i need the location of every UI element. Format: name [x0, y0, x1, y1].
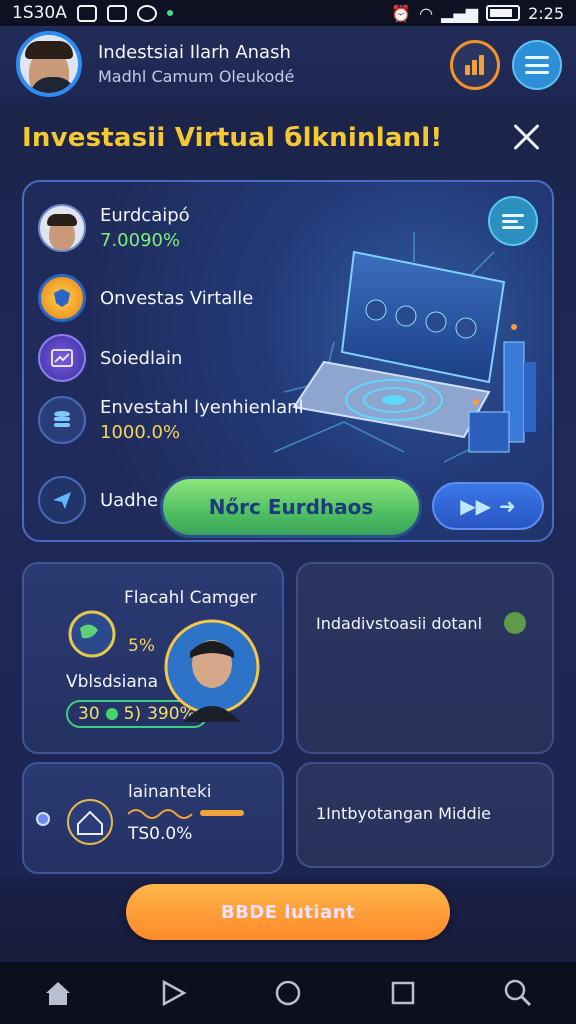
header-subtitle: Madhl Camum Oleukodé — [98, 67, 295, 86]
nav-home[interactable] — [36, 971, 80, 1015]
card-lainanteki[interactable]: lainanteki TS0.0% — [22, 762, 284, 874]
hero-item-5-label: Uadhe — [100, 489, 159, 511]
card3-title: lainanteki — [128, 782, 212, 802]
card1-percent: 5% — [128, 636, 155, 656]
house-icon — [67, 799, 113, 845]
wave-line-icon — [128, 809, 244, 819]
fast-forward-icon: ▶▶ — [460, 494, 491, 518]
menu-button[interactable] — [512, 40, 562, 90]
page-title: Investasii Virtual бlkninlanl! — [22, 123, 443, 153]
hero-item-5[interactable]: Uadhe — [38, 476, 158, 524]
emoji-icon — [504, 612, 526, 634]
card1-label: Vblsdsiana — [66, 672, 158, 692]
radio-dot-icon — [36, 812, 50, 826]
hero-item-1-value: 7.0090% — [100, 230, 181, 251]
hero-item-2-label: Onvestas Virtalle — [100, 287, 254, 309]
hero-item-4[interactable]: Envestahl lyenhienlanl 1000.0% — [38, 396, 304, 444]
card3-value: TS0.0% — [128, 824, 193, 844]
mail-icon — [106, 4, 127, 22]
card-intbyotangan[interactable]: 1Intbyotangan Middie — [296, 762, 554, 868]
search-icon — [505, 979, 532, 1007]
home-icon — [45, 982, 70, 1005]
hamburger-icon — [525, 56, 549, 74]
hero-card: Eurdcaipó 7.0090% Onvestas Virtalle Soie… — [22, 180, 554, 542]
hero-item-2[interactable]: Onvestas Virtalle — [38, 274, 253, 322]
battery-icon — [486, 5, 521, 21]
card1-pill-left: 30 — [78, 704, 100, 724]
notification-icon — [76, 4, 97, 22]
green-indicator-icon — [166, 10, 173, 16]
cta-button[interactable]: Nőrc Eurdhaos — [160, 476, 422, 538]
hero-item-1[interactable]: Eurdcaipó 7.0090% — [38, 204, 190, 252]
play-icon — [162, 979, 187, 1007]
sync-icon — [136, 4, 157, 22]
green-dot-icon — [105, 708, 118, 720]
person-portrait-icon — [164, 619, 260, 722]
card1-pill-mid: 5) — [123, 704, 142, 724]
paper-plane-icon — [38, 476, 86, 524]
hero-item-3[interactable]: Soiedlain — [38, 334, 182, 382]
signal-icon: ▂▄▆ — [441, 3, 479, 23]
header-title: Indestsiai Ilarh Anash — [98, 42, 291, 63]
square-icon — [391, 981, 415, 1005]
alarm-icon: ⏰ — [391, 3, 412, 23]
globe-icon — [68, 610, 116, 658]
close-button[interactable] — [510, 120, 544, 154]
card-flacahl[interactable]: Flacahl Camger 5% Vblsdsiana 30 5) 390% — [22, 562, 284, 754]
nav-square[interactable] — [381, 971, 425, 1015]
chart-window-icon — [38, 334, 86, 382]
card4-title: 1Intbyotangan Middie — [316, 804, 491, 823]
nav-search[interactable] — [496, 971, 540, 1015]
database-icon — [38, 396, 86, 444]
next-button[interactable]: ▶▶ ➜ — [432, 482, 544, 530]
card-indadivstoasii[interactable]: Indadivstoasii dotanl — [296, 562, 554, 754]
circle-icon — [275, 980, 301, 1006]
bar-chart-icon — [465, 55, 484, 75]
hero-item-1-label: Eurdcaipó — [100, 205, 190, 226]
nav-circle[interactable] — [266, 971, 310, 1015]
app-header: Indestsiai Ilarh Anash Madhl Camum Oleuk… — [0, 26, 576, 102]
arrow-right-icon: ➜ — [499, 494, 516, 518]
card1-title: Flacahl Camger — [124, 588, 257, 608]
navigation-bar — [0, 962, 576, 1024]
avatar-icon — [38, 204, 86, 252]
stats-button[interactable] — [450, 40, 500, 90]
wifi-icon: ◠ — [419, 3, 434, 23]
status-left-text: 1S30A — [12, 3, 67, 23]
hero-item-4-label: Envestahl lyenhienlanl — [100, 397, 304, 418]
avatar[interactable] — [16, 31, 82, 97]
hero-item-4-value: 1000.0% — [100, 422, 181, 443]
hero-item-3-label: Soiedlain — [100, 347, 183, 369]
laptop-illustration-icon — [273, 232, 536, 463]
title-row: Investasii Virtual бlkninlanl! — [22, 116, 554, 160]
shield-coin-icon — [38, 274, 86, 322]
status-time: 2:25 — [528, 3, 564, 23]
status-bar: 1S30A ⏰ ◠ ▂▄▆ 2:25 — [0, 0, 576, 26]
card2-title: Indadivstoasii dotanl — [316, 614, 483, 633]
primary-action-button[interactable]: BBDE lutiant — [126, 884, 450, 940]
nav-play[interactable] — [151, 971, 195, 1015]
